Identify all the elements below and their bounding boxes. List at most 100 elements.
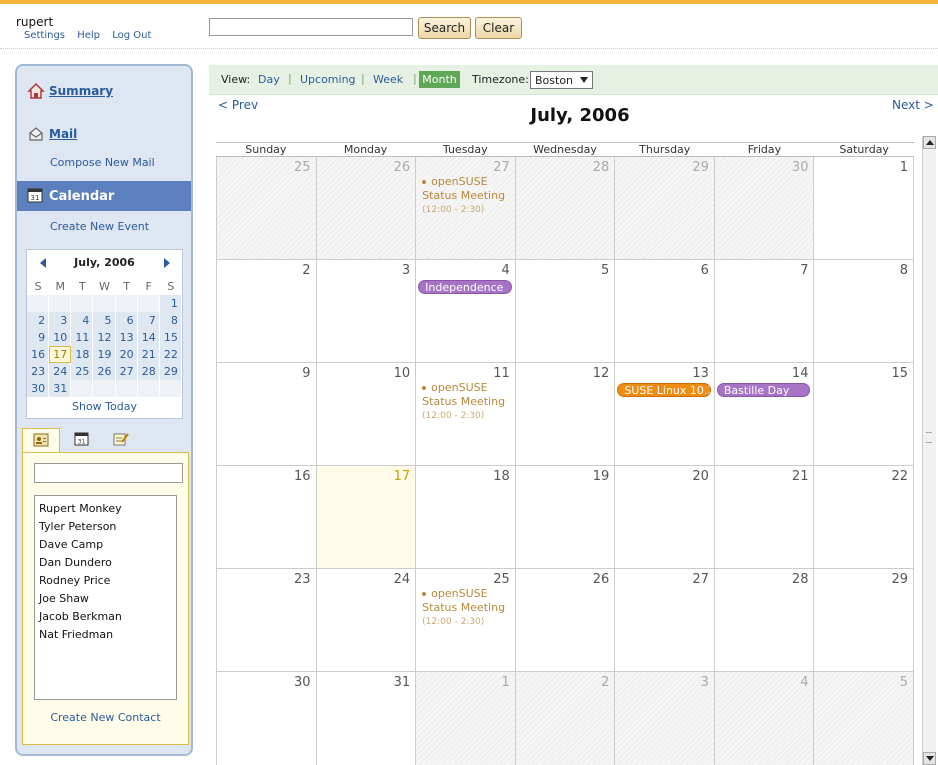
day-cell[interactable]: 27 xyxy=(614,569,714,671)
day-cell[interactable]: 14 Bastille Day xyxy=(713,363,814,465)
mini-day-cell[interactable]: 14 xyxy=(137,329,160,346)
contact-item[interactable]: Dan Dundero xyxy=(35,554,176,572)
day-cell[interactable]: 25 xyxy=(216,157,316,259)
mini-day-cell[interactable]: 20 xyxy=(115,346,138,363)
day-cell[interactable]: 28 xyxy=(713,569,814,671)
mail-link[interactable]: Mail xyxy=(49,127,77,141)
compose-mail-link[interactable]: Compose New Mail xyxy=(50,156,155,169)
day-cell[interactable]: 29 xyxy=(614,157,714,259)
calendar-event[interactable]: openSUSE Status Meeting (12:00 - 2:30) xyxy=(422,175,505,217)
mini-day-cell[interactable]: 26 xyxy=(93,363,116,380)
mini-day-cell[interactable]: 13 xyxy=(115,329,138,346)
day-cell[interactable]: 2 xyxy=(216,260,316,362)
view-month-button[interactable]: Month xyxy=(419,71,460,88)
mini-day-cell[interactable]: 5 xyxy=(93,312,116,329)
calendar-scrollbar[interactable] xyxy=(922,136,936,765)
day-cell[interactable]: 2 xyxy=(514,672,615,765)
mini-day-cell[interactable]: 12 xyxy=(93,329,116,346)
mini-day-cell[interactable]: 27 xyxy=(115,363,138,380)
mini-day-cell[interactable]: 16 xyxy=(27,346,50,363)
day-cell[interactable]: 4 Independence xyxy=(415,260,515,362)
day-cell[interactable]: 1 xyxy=(813,157,914,259)
show-today-link[interactable]: Show Today xyxy=(27,400,182,413)
day-cell[interactable]: 10 xyxy=(315,363,416,465)
mini-day-cell[interactable]: 8 xyxy=(159,312,182,329)
mini-day-cell[interactable]: 25 xyxy=(71,363,94,380)
day-cell[interactable]: 26 xyxy=(514,569,615,671)
mini-day-cell[interactable]: 24 xyxy=(49,363,72,380)
mini-day-cell[interactable]: 11 xyxy=(71,329,94,346)
day-cell[interactable]: 9 xyxy=(216,363,316,465)
contact-item[interactable]: Rupert Monkey xyxy=(35,500,176,518)
day-cell[interactable]: 31 xyxy=(315,672,416,765)
contact-filter-input[interactable] xyxy=(34,463,183,483)
day-cell[interactable]: 20 xyxy=(614,466,714,568)
day-cell[interactable]: 1 xyxy=(415,672,515,765)
contact-item[interactable]: Jacob Berkman xyxy=(35,608,176,626)
day-cell[interactable]: 17 xyxy=(315,466,416,568)
contact-item[interactable]: Dave Camp xyxy=(35,536,176,554)
event-pill[interactable]: SUSE Linux 10.2 xyxy=(617,383,711,397)
tab-contacts[interactable] xyxy=(22,428,60,454)
day-cell[interactable]: 16 xyxy=(216,466,316,568)
view-upcoming-link[interactable]: Upcoming xyxy=(300,73,356,86)
search-input[interactable] xyxy=(209,18,413,36)
day-cell[interactable]: 26 xyxy=(315,157,416,259)
prev-month-link[interactable]: < Prev xyxy=(218,98,258,112)
view-week-link[interactable]: Week xyxy=(373,73,403,86)
tab-notes[interactable] xyxy=(102,428,140,452)
summary-link[interactable]: Summary xyxy=(49,84,113,98)
day-cell[interactable]: 19 xyxy=(514,466,615,568)
create-event-link[interactable]: Create New Event xyxy=(50,220,149,233)
mini-day-cell[interactable]: 29 xyxy=(159,363,182,380)
contact-item[interactable]: Nat Friedman xyxy=(35,626,176,644)
day-cell[interactable]: 3 xyxy=(614,672,714,765)
mini-day-cell[interactable]: 23 xyxy=(27,363,50,380)
mini-day-cell[interactable]: 22 xyxy=(159,346,182,363)
day-cell[interactable]: 13 SUSE Linux 10.2 xyxy=(614,363,714,465)
day-cell[interactable]: 8 xyxy=(813,260,914,362)
day-cell[interactable]: 6 xyxy=(614,260,714,362)
mini-day-cell[interactable]: 7 xyxy=(137,312,160,329)
day-cell[interactable]: 24 xyxy=(315,569,416,671)
day-cell[interactable]: 30 xyxy=(216,672,316,765)
scroll-up-button[interactable] xyxy=(923,136,936,149)
day-cell[interactable]: 7 xyxy=(713,260,814,362)
timezone-select[interactable]: Boston xyxy=(530,71,593,89)
help-link[interactable]: Help xyxy=(77,30,100,41)
mini-day-cell[interactable]: 28 xyxy=(137,363,160,380)
mini-next-month-icon[interactable] xyxy=(164,258,170,268)
mini-day-cell[interactable]: 1 xyxy=(159,295,182,312)
day-cell[interactable]: 4 xyxy=(713,672,814,765)
day-cell[interactable]: 23 xyxy=(216,569,316,671)
sidebar-item-mail[interactable]: Mail xyxy=(27,125,77,143)
create-contact-link[interactable]: Create New Contact xyxy=(23,711,188,724)
day-cell[interactable]: 18 xyxy=(415,466,515,568)
day-cell[interactable]: 27 openSUSE Status Meeting (12:00 - 2:30) xyxy=(415,157,515,259)
mini-day-cell[interactable]: 4 xyxy=(71,312,94,329)
mini-day-cell[interactable]: 21 xyxy=(137,346,160,363)
mini-day-cell[interactable]: 2 xyxy=(27,312,50,329)
day-cell[interactable]: 11 openSUSE Status Meeting (12:00 - 2:30) xyxy=(415,363,515,465)
contact-item[interactable]: Tyler Peterson xyxy=(35,518,176,536)
scroll-grip[interactable] xyxy=(926,432,932,443)
next-month-link[interactable]: Next > xyxy=(892,98,934,112)
mini-day-cell[interactable]: 30 xyxy=(27,380,50,397)
logout-link[interactable]: Log Out xyxy=(112,30,151,41)
mini-day-cell[interactable]: 19 xyxy=(93,346,116,363)
mini-day-cell[interactable]: 6 xyxy=(115,312,138,329)
sidebar-item-summary[interactable]: Summary xyxy=(27,82,113,100)
day-cell[interactable]: 15 xyxy=(813,363,914,465)
day-cell[interactable]: 21 xyxy=(713,466,814,568)
settings-link[interactable]: Settings xyxy=(24,30,65,41)
mini-day-cell[interactable]: 3 xyxy=(49,312,72,329)
mini-day-cell[interactable]: 10 xyxy=(49,329,72,346)
day-cell[interactable]: 5 xyxy=(514,260,615,362)
event-pill[interactable]: Bastille Day xyxy=(716,383,811,397)
day-cell[interactable]: 30 xyxy=(713,157,814,259)
mini-day-cell[interactable]: 31 xyxy=(49,380,72,397)
sidebar-item-calendar[interactable]: 31 Calendar xyxy=(17,181,191,211)
contact-item[interactable]: Rodney Price xyxy=(35,572,176,590)
event-pill[interactable]: Independence xyxy=(418,280,512,294)
day-cell[interactable]: 3 xyxy=(315,260,416,362)
